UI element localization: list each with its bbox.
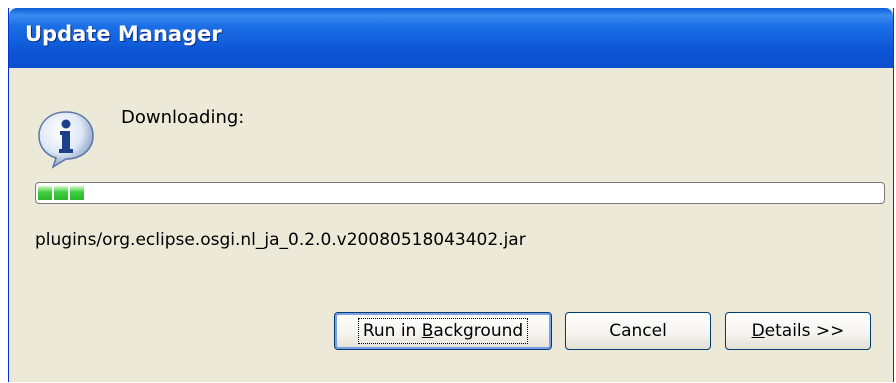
- status-message: Downloading:: [121, 107, 245, 128]
- progress-bar: [35, 182, 885, 204]
- update-manager-dialog: Update Manager Downloading: plugins/org.…: [8, 8, 894, 382]
- progress-segment: [54, 186, 68, 200]
- window-title: Update Manager: [25, 22, 222, 46]
- focus-rect: Run in Background: [357, 318, 529, 344]
- progress-fill: [38, 186, 88, 200]
- task-name: plugins/org.eclipse.osgi.nl_ja_0.2.0.v20…: [35, 230, 526, 250]
- cancel-button[interactable]: Cancel: [565, 312, 711, 350]
- cancel-label: Cancel: [609, 321, 667, 341]
- details-button[interactable]: Details >>: [725, 312, 871, 350]
- info-icon: [38, 111, 94, 169]
- run-label-before: Run in: [362, 321, 422, 341]
- progress-segment: [38, 186, 52, 200]
- details-label-after: etails >>: [764, 321, 845, 341]
- title-bar[interactable]: Update Manager: [9, 8, 893, 68]
- run-label-mnemonic: B: [421, 321, 434, 341]
- run-in-background-button[interactable]: Run in Background: [334, 312, 552, 350]
- progress-segment: [70, 186, 84, 200]
- run-label-after: ackground: [433, 321, 524, 341]
- details-label-mnemonic: D: [751, 321, 765, 341]
